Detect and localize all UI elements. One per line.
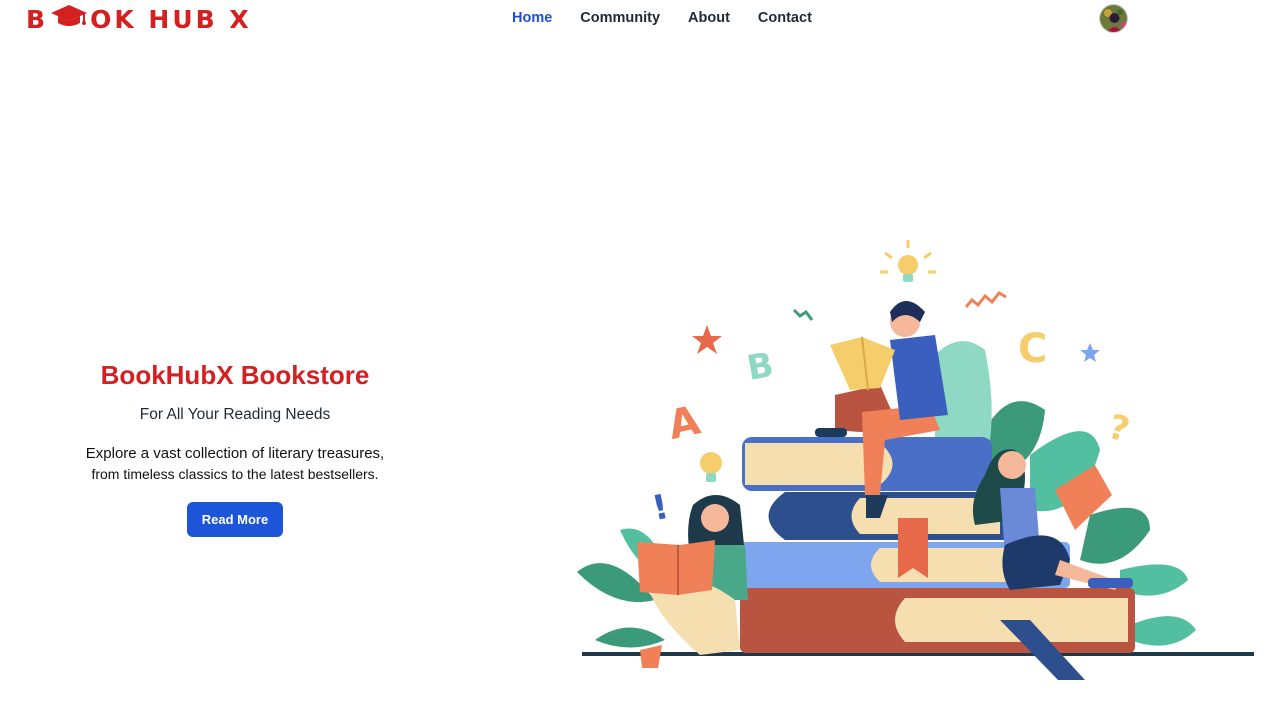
hero-description-line2: from timeless classics to the latest bes…: [91, 466, 379, 482]
user-avatar[interactable]: [1099, 4, 1128, 33]
letter-a-icon: A: [664, 397, 704, 448]
hero-section: BookHubX Bookstore For All Your Reading …: [40, 360, 430, 537]
hero-title: BookHubX Bookstore: [100, 360, 370, 390]
nav-home[interactable]: Home: [512, 10, 552, 26]
hero-description-line1: Explore a vast collection of literary tr…: [85, 445, 385, 462]
nav-about[interactable]: About: [688, 10, 730, 26]
graduation-cap-icon: [49, 3, 89, 35]
exclamation-icon: !: [649, 487, 672, 529]
brand-logo[interactable]: B OK HUB X: [26, 4, 252, 34]
zigzag-icon: [964, 291, 1007, 308]
letter-b-icon: B: [744, 345, 776, 389]
lightbulb-icon: [880, 240, 936, 282]
nav-community[interactable]: Community: [580, 10, 660, 26]
read-more-button[interactable]: Read More: [187, 502, 283, 537]
lightbulb-small-icon: [700, 452, 722, 482]
question-mark-icon: ?: [1104, 407, 1133, 451]
navbar: B OK HUB X Home Community About Contact: [0, 0, 1280, 40]
main-nav: Home Community About Contact: [512, 10, 840, 26]
zigzag-small-icon: [792, 308, 814, 321]
hero-subtitle: For All Your Reading Needs: [139, 406, 331, 423]
nav-contact[interactable]: Contact: [758, 10, 812, 26]
letter-c-icon: C: [1018, 326, 1047, 372]
logo-text-right: OK HUB X: [90, 4, 252, 34]
star-small-icon: [1080, 343, 1100, 362]
hero-illustration: A B C ? !: [560, 220, 1280, 690]
star-icon: [692, 325, 722, 354]
logo-text-left: B: [26, 4, 49, 34]
